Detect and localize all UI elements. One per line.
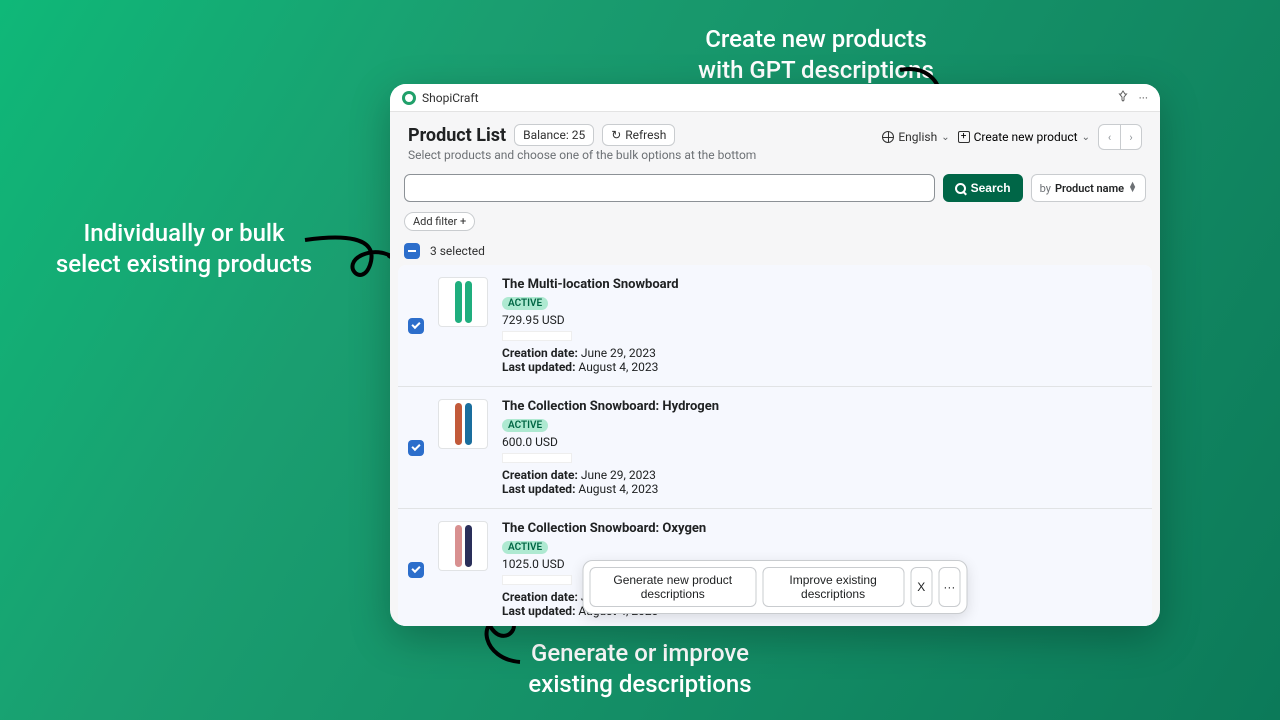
refresh-icon: ↻ — [611, 128, 621, 142]
product-name: The Multi-location Snowboard — [502, 277, 1142, 292]
searchbar: Search by Product name ▲▼ — [390, 166, 1160, 206]
sort-selector[interactable]: by Product name ▲▼ — [1031, 174, 1146, 202]
balance-pill: Balance: 25 — [514, 124, 594, 146]
refresh-button[interactable]: ↻ Refresh — [602, 124, 675, 146]
topbar-more-icon[interactable]: ··· — [1139, 91, 1148, 105]
refresh-label: Refresh — [625, 128, 666, 142]
selection-row: 3 selected — [390, 233, 1160, 265]
product-name: The Collection Snowboard: Oxygen — [502, 521, 1142, 536]
pin-icon[interactable] — [1117, 90, 1129, 105]
language-selector[interactable]: English ⌄ — [882, 130, 949, 144]
pager: ‹ › — [1098, 124, 1142, 150]
placeholder-bar — [502, 331, 572, 341]
callout-left: Individually or bulk select existing pro… — [24, 218, 344, 280]
pager-next[interactable]: › — [1120, 124, 1142, 150]
status-badge: ACTIVE — [502, 541, 548, 554]
header: Product List Balance: 25 ↻ Refresh Selec… — [390, 112, 1160, 166]
sort-by: by — [1040, 182, 1051, 195]
create-label: Create new product — [974, 130, 1078, 144]
status-badge: ACTIVE — [502, 419, 548, 432]
placeholder-bar — [502, 575, 572, 585]
product-thumb — [438, 521, 488, 571]
filters: Add filter + — [390, 206, 1160, 233]
globe-icon — [882, 131, 894, 143]
generate-button[interactable]: Generate new product descriptions — [590, 567, 757, 607]
improve-button[interactable]: Improve existing descriptions — [762, 567, 904, 607]
sort-icon: ▲▼ — [1128, 183, 1137, 194]
close-toolbar-button[interactable]: X — [910, 567, 932, 607]
plus-icon: + — [958, 131, 970, 143]
chevron-down-icon: ⌄ — [941, 132, 949, 143]
updated-meta: Last updated: August 4, 2023 — [502, 482, 1142, 496]
toolbar-more-button[interactable]: ··· — [938, 567, 960, 607]
row-checkbox[interactable] — [408, 318, 424, 334]
created-meta: Creation date: June 29, 2023 — [502, 468, 1142, 482]
search-label: Search — [971, 181, 1011, 195]
placeholder-bar — [502, 453, 572, 463]
product-name: The Collection Snowboard: Hydrogen — [502, 399, 1142, 414]
app-name: ShopiCraft — [422, 91, 479, 105]
app-panel: ShopiCraft ··· Product List Balance: 25 … — [390, 84, 1160, 626]
add-filter-button[interactable]: Add filter + — [404, 212, 475, 231]
selection-count: 3 selected — [430, 244, 485, 258]
search-button[interactable]: Search — [943, 174, 1023, 202]
row-checkbox[interactable] — [408, 562, 424, 578]
pager-prev[interactable]: ‹ — [1098, 124, 1120, 150]
product-price: 729.95 USD — [502, 313, 1142, 327]
select-all-checkbox[interactable] — [404, 243, 420, 259]
product-row[interactable]: The Multi-location Snowboard ACTIVE 729.… — [398, 265, 1152, 386]
language-label: English — [898, 130, 937, 144]
status-badge: ACTIVE — [502, 297, 548, 310]
updated-meta: Last updated: August 4, 2023 — [502, 360, 1142, 374]
search-icon — [955, 183, 966, 194]
topbar: ShopiCraft ··· — [390, 84, 1160, 112]
bulk-toolbar: Generate new product descriptions Improv… — [583, 560, 968, 614]
sort-key: Product name — [1055, 182, 1124, 195]
created-meta: Creation date: June 29, 2023 — [502, 346, 1142, 360]
search-input[interactable] — [404, 174, 935, 202]
product-price: 600.0 USD — [502, 435, 1142, 449]
brand-icon — [402, 91, 416, 105]
chevron-down-icon: ⌄ — [1082, 132, 1090, 143]
product-row[interactable]: The Collection Snowboard: Hydrogen ACTIV… — [398, 386, 1152, 508]
page-subtitle: Select products and choose one of the bu… — [408, 148, 756, 162]
create-product-button[interactable]: + Create new product ⌄ — [958, 130, 1090, 144]
row-checkbox[interactable] — [408, 440, 424, 456]
product-thumb — [438, 399, 488, 449]
product-thumb — [438, 277, 488, 327]
page-title: Product List — [408, 125, 506, 146]
